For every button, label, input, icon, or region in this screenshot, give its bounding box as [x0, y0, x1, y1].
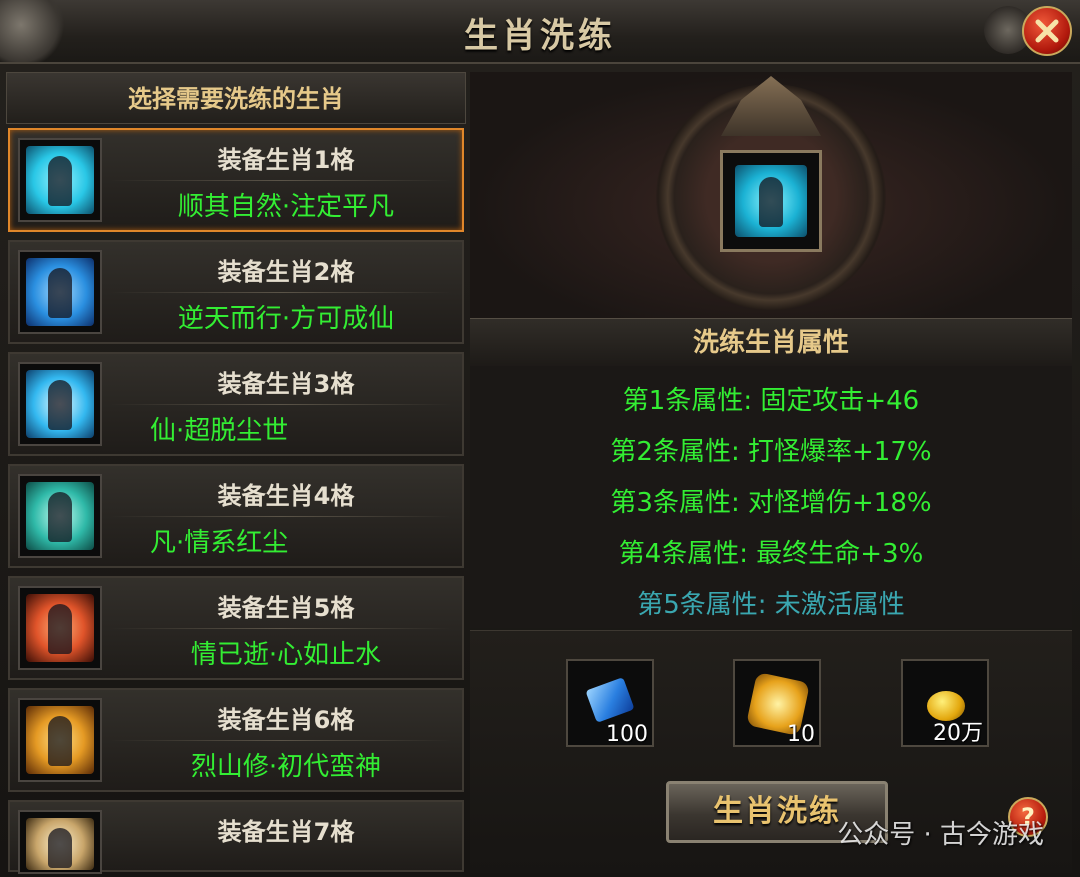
attributes-header: 洗练生肖属性 [470, 318, 1072, 368]
cost-amount: 10 [787, 722, 815, 747]
attribute-line: 第1条属性: 固定攻击+46 [622, 386, 920, 416]
blue-gem-icon [585, 677, 635, 723]
portrait-icon [18, 698, 102, 782]
portrait-icon [18, 810, 102, 874]
slot-name: 装备生肖4格 [217, 482, 355, 510]
slot-desc: 凡·情系红尘 [150, 528, 289, 558]
attribute-line: 第2条属性: 打怪爆率+17% [610, 437, 932, 467]
slot-3[interactable]: 装备生肖3格 仙·超脱尘世 [8, 352, 464, 456]
selected-slot-showcase [470, 72, 1072, 318]
close-icon [1035, 19, 1059, 43]
slot-name: 装备生肖6格 [217, 706, 355, 734]
close-button[interactable] [1022, 6, 1072, 56]
slot-desc: 逆天而行·方可成仙 [177, 304, 395, 334]
slot-list-header: 选择需要洗练的生肖 [6, 72, 466, 124]
slot-7[interactable]: 装备生肖7格 [8, 800, 464, 874]
slot-2[interactable]: 装备生肖2格 逆天而行·方可成仙 [8, 240, 464, 344]
slot-name: 装备生肖3格 [217, 370, 355, 398]
attribute-line-inactive: 第5条属性: 未激活属性 [637, 590, 905, 620]
slot-divider [110, 628, 452, 629]
cost-item-scroll[interactable]: 10 [733, 659, 821, 747]
slot-list-title: 选择需要洗练的生肖 [128, 85, 344, 113]
slot-divider [110, 292, 452, 293]
slot-name: 装备生肖5格 [217, 594, 355, 622]
portrait-icon [18, 138, 102, 222]
portrait-icon [18, 250, 102, 334]
slot-5[interactable]: 装备生肖5格 情已逝·心如止水 [8, 576, 464, 680]
window-title: 生肖洗练 [464, 16, 616, 56]
slot-divider [110, 180, 452, 181]
attribute-line: 第4条属性: 最终生命+3% [618, 539, 924, 569]
slot-list-panel: 选择需要洗练的生肖 装备生肖1格 顺其自然·注定平凡 装备生肖2格 逆天而行·方… [6, 72, 466, 874]
portrait-icon [18, 362, 102, 446]
slot-desc: 烈山修·初代蛮神 [190, 752, 382, 782]
cost-item-coin[interactable]: 20万 [901, 659, 989, 747]
portrait-icon [18, 586, 102, 670]
slot-divider [110, 740, 452, 741]
attributes-title: 洗练生肖属性 [692, 328, 849, 358]
watermark: 公众号 · 古今游戏 [837, 820, 1044, 850]
selected-portrait-icon [720, 150, 822, 252]
cost-item-gem[interactable]: 100 [566, 659, 654, 747]
slot-divider [110, 404, 452, 405]
title-bar: 生肖洗练 [0, 0, 1080, 64]
attribute-line: 第3条属性: 对怪增伤+18% [610, 488, 932, 518]
cost-amount: 100 [606, 722, 648, 747]
attribute-list: 第1条属性: 固定攻击+46 第2条属性: 打怪爆率+17% 第3条属性: 对怪… [470, 366, 1072, 628]
slot-desc: 仙·超脱尘世 [150, 416, 289, 446]
slot-6[interactable]: 装备生肖6格 烈山修·初代蛮神 [8, 688, 464, 792]
slot-name: 装备生肖7格 [217, 818, 355, 846]
slot-desc: 情已逝·心如止水 [190, 640, 382, 670]
slot-desc: 顺其自然·注定平凡 [177, 192, 395, 222]
portrait-icon [18, 474, 102, 558]
slot-name: 装备生肖1格 [217, 146, 355, 174]
refine-window: 生肖洗练 选择需要洗练的生肖 装备生肖1格 顺其自然·注定平凡 装备生肖2格 逆… [0, 0, 1080, 877]
slot-1[interactable]: 装备生肖1格 顺其自然·注定平凡 [8, 128, 464, 232]
slot-name: 装备生肖2格 [217, 258, 355, 286]
slot-4[interactable]: 装备生肖4格 凡·情系红尘 [8, 464, 464, 568]
refine-detail-panel: 洗练生肖属性 第1条属性: 固定攻击+46 第2条属性: 打怪爆率+17% 第3… [470, 72, 1072, 873]
cost-amount: 20万 [933, 721, 983, 746]
slot-divider [110, 516, 452, 517]
